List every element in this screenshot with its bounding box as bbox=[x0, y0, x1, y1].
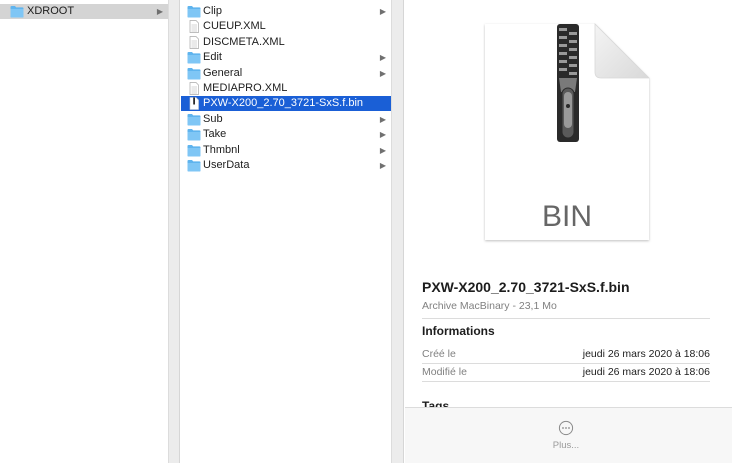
row-label: UserData bbox=[203, 159, 250, 171]
row-icon bbox=[187, 35, 201, 49]
file-row[interactable]: CUEUP.XML bbox=[181, 19, 391, 34]
more-button-label[interactable]: Plus... bbox=[545, 440, 587, 451]
created-value: jeudi 26 mars 2020 à 18:06 bbox=[582, 348, 710, 360]
file-row[interactable]: DISCMETA.XML bbox=[181, 35, 391, 50]
folder-icon bbox=[187, 113, 201, 126]
disclosure-chevron-icon: ▶ bbox=[379, 145, 386, 155]
folder-icon bbox=[10, 6, 24, 18]
preview-file-kind: Archive MacBinary - 23,1 Mo bbox=[422, 300, 557, 312]
folder-row[interactable]: Thmbnl ▶ bbox=[181, 143, 391, 158]
row-label: Edit bbox=[203, 51, 222, 64]
file-row[interactable]: MEDIAPRO.XML bbox=[181, 81, 391, 96]
column-1[interactable]: XDROOT ▶ bbox=[0, 0, 169, 463]
folder-row[interactable]: Clip ▶ bbox=[181, 4, 391, 19]
row-icon bbox=[187, 67, 201, 80]
folder-icon bbox=[187, 6, 201, 18]
disclosure-chevron-icon: ▶ bbox=[379, 161, 386, 170]
row-label: XDROOT bbox=[27, 5, 75, 17]
file-row[interactable]: PXW-X200_2.70_3721-SxS.f.bin bbox=[181, 96, 391, 112]
disclosure-chevron-icon: ▶ bbox=[379, 53, 386, 63]
row-icon bbox=[187, 20, 201, 34]
row-label: Clip bbox=[203, 5, 222, 17]
row-label: CUEUP.XML bbox=[203, 20, 266, 33]
disclosure-chevron-icon: ▶ bbox=[379, 7, 386, 16]
divider bbox=[422, 363, 710, 364]
row-icon bbox=[187, 144, 201, 157]
folder-row[interactable]: General ▶ bbox=[181, 66, 391, 81]
document-file-icon bbox=[189, 20, 199, 34]
doc-type-label: BIN bbox=[542, 200, 592, 233]
row-icon bbox=[187, 5, 201, 18]
folder-icon bbox=[187, 129, 201, 141]
created-label: Créé le bbox=[422, 348, 456, 360]
modified-value: jeudi 26 mars 2020 à 18:06 bbox=[582, 366, 710, 378]
disclosure-chevron-icon: ▶ bbox=[379, 114, 386, 124]
document-file-icon bbox=[189, 82, 199, 95]
preview-actions-bar: Plus... bbox=[405, 407, 732, 463]
preview-pane: BIN PXW-X200_2.70_3721-SxS.f.bin Archive… bbox=[405, 0, 732, 463]
row-label: DISCMETA.XML bbox=[203, 35, 285, 48]
row-icon bbox=[187, 113, 201, 126]
column-2[interactable]: Clip ▶ CUEUP.XML DISCMETA.XML Edit ▶ General ▶ M… bbox=[181, 0, 392, 463]
row-icon bbox=[10, 5, 24, 18]
folder-row[interactable]: Sub ▶ bbox=[181, 112, 391, 127]
row-icon bbox=[187, 82, 201, 95]
disclosure-chevron-icon: ▶ bbox=[379, 130, 386, 140]
divider bbox=[422, 381, 710, 382]
folder-icon bbox=[187, 67, 201, 80]
ellipsis-circle-icon[interactable] bbox=[558, 420, 574, 436]
column-divider[interactable] bbox=[169, 0, 180, 463]
folder-icon bbox=[187, 144, 201, 157]
row-icon bbox=[187, 159, 201, 172]
divider bbox=[422, 318, 710, 319]
folder-icon bbox=[187, 160, 201, 172]
folder-row[interactable]: UserData ▶ bbox=[181, 158, 391, 173]
more-button[interactable]: Plus... bbox=[545, 418, 587, 452]
row-icon bbox=[187, 128, 201, 141]
preview-file-name: PXW-X200_2.70_3721-SxS.f.bin bbox=[422, 279, 630, 295]
row-label: Sub bbox=[203, 112, 223, 125]
row-label: PXW-X200_2.70_3721-SxS.f.bin bbox=[203, 97, 364, 110]
archive-file-icon bbox=[189, 97, 199, 111]
modified-label: Modifié le bbox=[422, 366, 467, 378]
folder-row[interactable]: XDROOT ▶ bbox=[0, 4, 168, 19]
archive-document-icon: BIN bbox=[485, 23, 650, 240]
folder-row[interactable]: Edit ▶ bbox=[181, 50, 391, 65]
row-label: MEDIAPRO.XML bbox=[203, 82, 288, 94]
folder-icon bbox=[187, 52, 201, 64]
document-file-icon bbox=[189, 35, 199, 49]
info-section-heading: Informations bbox=[422, 324, 495, 338]
row-label: General bbox=[203, 66, 243, 79]
disclosure-chevron-icon: ▶ bbox=[379, 68, 386, 78]
folder-row[interactable]: Take ▶ bbox=[181, 127, 391, 142]
column-divider[interactable] bbox=[392, 0, 404, 463]
row-icon bbox=[187, 51, 201, 64]
row-label: Take bbox=[203, 128, 227, 141]
disclosure-chevron-icon: ▶ bbox=[156, 7, 163, 16]
row-label: Thmbnl bbox=[203, 143, 240, 156]
row-icon bbox=[187, 97, 201, 111]
